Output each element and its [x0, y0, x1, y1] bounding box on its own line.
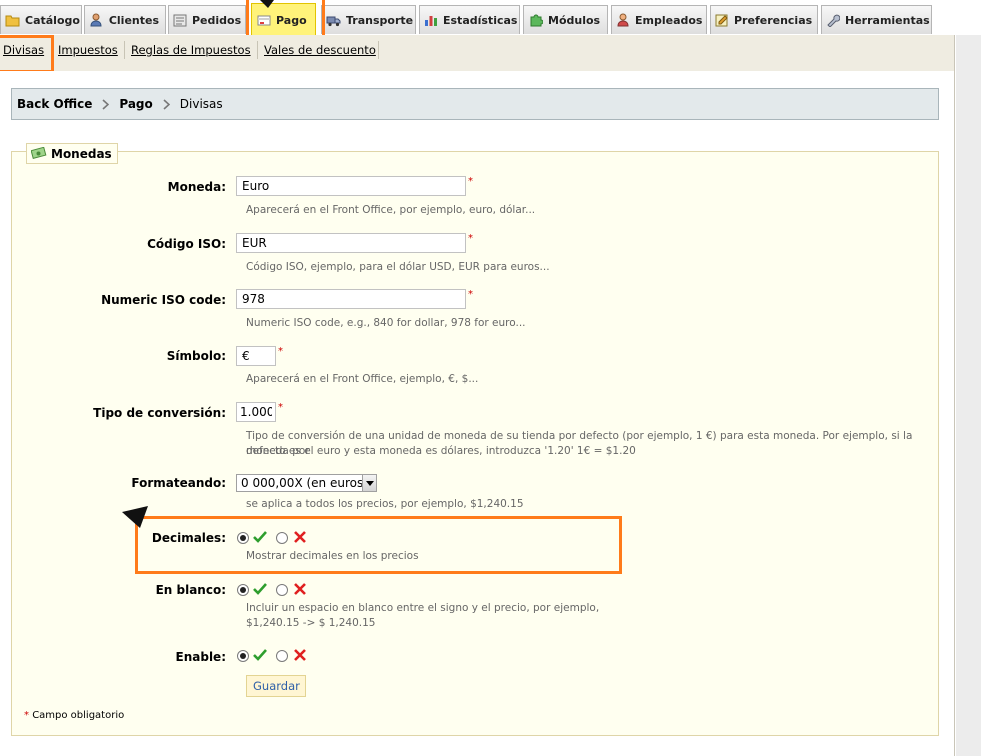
conversion-rate-input[interactable]: [236, 402, 276, 422]
currency-form: Monedas Moneda: * Aparecerá en el Front …: [11, 143, 939, 736]
pointer-arrow-icon: [260, 0, 274, 8]
required-field-note: * Campo obligatorio: [24, 710, 124, 721]
main-content: Back Office Pago Divisas Monedas Moneda:…: [0, 71, 955, 756]
tab-label: Preferencias: [734, 13, 813, 27]
required-star: *: [468, 176, 473, 187]
symbol-hint: Aparecerá en el Front Office, ejemplo, €…: [246, 373, 479, 385]
breadcrumb-current: Divisas: [179, 97, 223, 111]
money-icon: [31, 147, 47, 160]
numeric-iso-hint: Numeric ISO code, e.g., 840 for dollar, …: [246, 317, 526, 329]
iso-code-label: Código ISO:: [147, 237, 226, 251]
submenu-impuestos[interactable]: Impuestos: [58, 43, 118, 57]
currency-name-label: Moneda:: [167, 180, 226, 194]
tab-preferencias[interactable]: Preferencias: [710, 5, 818, 34]
tab-herramientas[interactable]: Herramientas: [821, 5, 932, 34]
breadcrumb: Back Office Pago Divisas: [11, 88, 939, 120]
submenu-reglas-impuestos[interactable]: Reglas de Impuestos: [131, 43, 251, 57]
user-icon: [89, 13, 104, 28]
orders-icon: [173, 13, 187, 28]
formatting-hint: se aplica a todos los precios, por ejemp…: [246, 498, 524, 510]
blank-hint-line2: $1,240.15 -> $ 1,240.15: [246, 617, 376, 629]
main-tab-bar: Catálogo Clientes Pedidos Pago Transport…: [0, 0, 981, 36]
enable-yes-radio[interactable]: [237, 650, 249, 662]
chevron-right-icon: [163, 98, 170, 110]
blank-label: En blanco:: [155, 583, 226, 597]
conversion-rate-hint-line2: defecto es el euro y esta moneda es dóla…: [246, 445, 636, 457]
tab-transporte[interactable]: Transporte: [321, 5, 416, 34]
employee-icon: [616, 13, 630, 28]
submenu-divider: [257, 41, 258, 59]
tab-modulos[interactable]: Módulos: [523, 5, 608, 34]
currency-name-hint: Aparecerá en el Front Office, por ejempl…: [246, 204, 536, 216]
blank-yes-radio[interactable]: [237, 584, 249, 596]
puzzle-icon: [528, 13, 543, 28]
blank-no-radio[interactable]: [276, 584, 288, 596]
folder-icon: [5, 13, 20, 28]
symbol-input[interactable]: [236, 346, 276, 366]
preferences-icon: [715, 13, 729, 28]
page-gutter: [956, 35, 981, 756]
submenu-vales-descuento[interactable]: Vales de descuento: [264, 43, 376, 57]
submenu-divider: [378, 41, 379, 59]
required-star: *: [468, 233, 473, 244]
wrench-icon: [826, 13, 840, 28]
enable-no-radio[interactable]: [276, 650, 288, 662]
tab-label: Pedidos: [192, 13, 242, 27]
submenu-divider: [124, 41, 125, 59]
legend-text: Monedas: [51, 146, 112, 161]
required-star: *: [278, 346, 283, 357]
tab-pedidos[interactable]: Pedidos: [168, 5, 246, 34]
formatting-selected-value: 0 000,00X (en euros): [241, 476, 368, 490]
highlight-box-divisas: [0, 35, 54, 73]
blank-hint-line1: Incluir un espacio en blanco entre el si…: [246, 602, 600, 614]
tab-label: Estadísticas: [443, 13, 518, 27]
iso-code-input[interactable]: [236, 233, 466, 253]
highlight-box-decimales: [135, 516, 622, 574]
truck-icon: [326, 13, 341, 28]
conversion-rate-label: Tipo de conversión:: [93, 406, 226, 420]
chart-icon: [424, 13, 438, 28]
cross-icon: [294, 583, 306, 595]
tab-label: Módulos: [548, 13, 601, 27]
symbol-label: Símbolo:: [166, 349, 226, 363]
required-star: *: [24, 710, 29, 721]
tab-label: Herramientas: [845, 13, 930, 27]
tab-label: Clientes: [108, 13, 159, 27]
numeric-iso-label: Numeric ISO code:: [101, 293, 226, 307]
required-note-text: Campo obligatorio: [32, 710, 125, 721]
tab-catalogo[interactable]: Catálogo: [0, 5, 82, 34]
check-icon: [253, 583, 267, 595]
save-button[interactable]: Guardar: [246, 675, 306, 697]
iso-code-hint: Código ISO, ejemplo, para el dólar USD, …: [246, 261, 550, 273]
currency-name-input[interactable]: [236, 176, 466, 196]
tab-label: Transporte: [346, 13, 414, 27]
formatting-label: Formateando:: [131, 476, 226, 490]
formatting-select[interactable]: 0 000,00X (en euros): [236, 474, 377, 492]
submenu-bar: Divisas Impuestos Reglas de Impuestos Va…: [0, 35, 955, 71]
cross-icon: [294, 649, 306, 661]
form-legend: Monedas: [26, 143, 118, 164]
tab-label: Empleados: [635, 13, 703, 27]
enable-label: Enable:: [175, 650, 226, 664]
check-icon: [253, 649, 267, 661]
tab-clientes[interactable]: Clientes: [84, 5, 166, 34]
chevron-right-icon: [102, 98, 110, 110]
tab-empleados[interactable]: Empleados: [611, 5, 707, 34]
numeric-iso-input[interactable]: [236, 289, 466, 309]
required-star: *: [278, 402, 283, 413]
dropdown-arrow-icon: [362, 475, 376, 491]
tab-label: Catálogo: [25, 13, 80, 27]
breadcrumb-back-office[interactable]: Back Office: [17, 97, 92, 111]
pointer-arrow-icon: [122, 506, 148, 528]
required-star: *: [468, 289, 473, 300]
tab-estadisticas[interactable]: Estadísticas: [419, 5, 520, 34]
breadcrumb-pago[interactable]: Pago: [119, 97, 152, 111]
